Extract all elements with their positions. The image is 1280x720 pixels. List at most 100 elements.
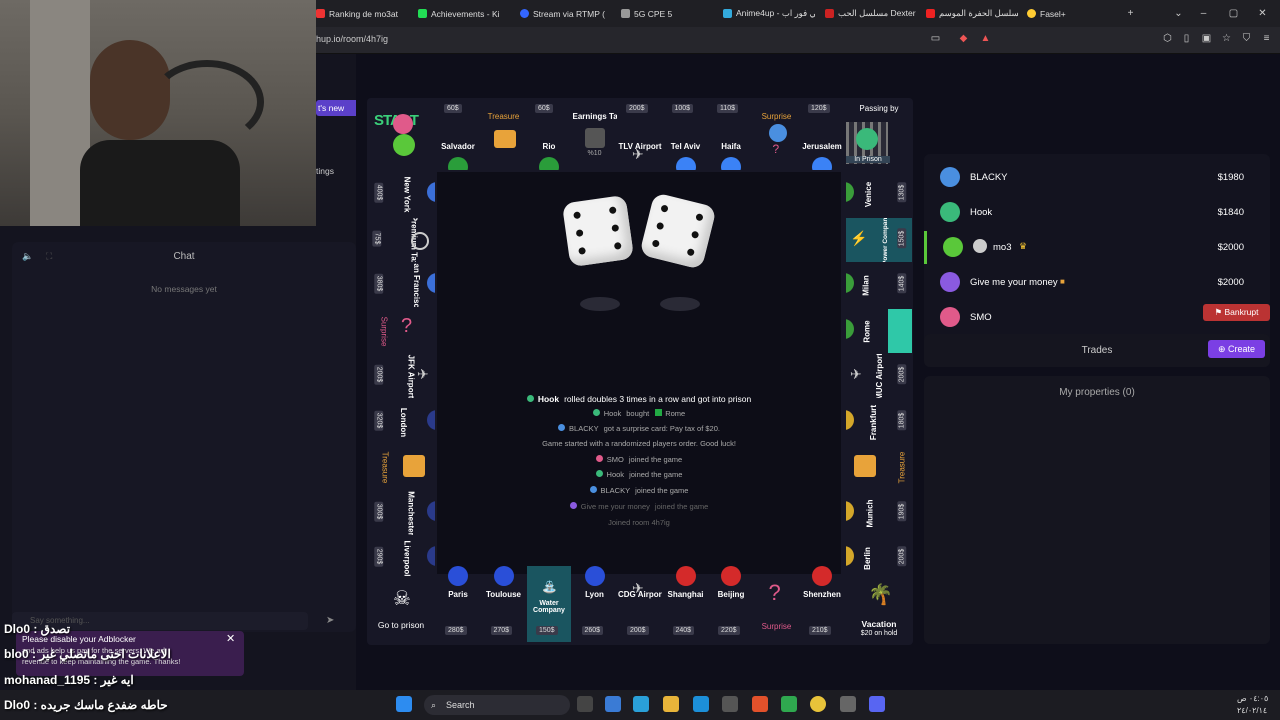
board-cell[interactable]: Beijing 220$ — [709, 566, 753, 642]
cell-name: Surprise — [761, 622, 792, 631]
board-cell[interactable]: 200$ TLV Airport ✈ — [618, 102, 662, 170]
store-icon[interactable] — [722, 696, 738, 712]
shield-icon[interactable]: ◆ — [958, 33, 969, 44]
cell-name: Lyon — [585, 590, 604, 599]
board-cell[interactable]: Treasure — [369, 445, 435, 489]
taskbar-search[interactable]: ⌕ Search — [424, 695, 570, 715]
settings-button[interactable]: tings — [316, 166, 334, 176]
board-cell[interactable]: Milan 140$ — [846, 263, 912, 307]
board-cell[interactable]: Treasure — [846, 445, 912, 489]
browser-tab[interactable]: مسلسل الحب Dexter — [825, 3, 917, 24]
board-cell[interactable]: Rome — [846, 308, 912, 353]
board-cell[interactable]: Liverpool 290$ — [369, 536, 435, 580]
browser-tab[interactable]: Fasel+ — [1027, 3, 1119, 24]
board-cell[interactable]: ⚡ Power Company 150$ — [846, 217, 912, 262]
board-cell[interactable]: Surprise? — [369, 309, 435, 353]
player-row-current[interactable]: mo3 ♛ $2000 — [924, 231, 1270, 264]
menu-icon[interactable]: ≡ — [1261, 33, 1272, 44]
player-row[interactable]: BLACKY $1980 — [924, 161, 1270, 194]
browser-tab[interactable]: Anime4up - أنمي فور اب — [723, 3, 815, 24]
board-cell[interactable]: Manchester 300$ — [369, 491, 435, 535]
close-icon[interactable]: ✕ — [1257, 8, 1268, 19]
chrome-icon[interactable] — [810, 696, 826, 712]
dice-shadow — [580, 297, 620, 311]
whats-new-button[interactable]: t's new — [316, 100, 356, 116]
close-icon[interactable]: ✕ — [226, 632, 235, 645]
player-row[interactable]: Hook $1840 — [924, 196, 1270, 229]
browser-tab[interactable]: Achievements - Ki — [418, 3, 510, 24]
board-cell[interactable]: ⛲ Water Company 150$ — [527, 566, 571, 642]
cell-name: Frankfurt — [869, 404, 879, 440]
board-cell[interactable]: JFK Airport 200$ ✈ — [369, 354, 435, 398]
windows-start-icon[interactable] — [396, 696, 412, 712]
browser-tab[interactable]: 5G CPE 5 — [621, 3, 713, 24]
board-cell[interactable]: ? Surprise — [755, 566, 799, 642]
board-cell[interactable]: Paris 280$ — [436, 566, 480, 642]
cell-price: 150$ — [536, 626, 558, 635]
board-cell[interactable]: London 320$ — [369, 400, 435, 444]
board-cell[interactable]: Surprise? — [755, 102, 799, 170]
create-trade-button[interactable]: ⊕ Create — [1208, 340, 1265, 358]
board-cell[interactable]: Treasure — [482, 102, 526, 170]
board-cell[interactable]: Lyon 260$ — [573, 566, 617, 642]
country-flag-icon — [675, 157, 696, 170]
country-flag-icon — [675, 566, 696, 586]
discord-icon[interactable] — [869, 696, 885, 712]
extensions-icon[interactable]: ⬡ — [1162, 33, 1173, 44]
avatar — [558, 424, 566, 431]
browser-icon[interactable] — [693, 696, 709, 712]
edge-icon[interactable] — [633, 696, 649, 712]
board-cell[interactable]: Frankfurt 180$ — [846, 400, 912, 444]
tab-favicon-icon — [316, 9, 325, 18]
browser-tab[interactable]: Stream via RTMP ( — [520, 3, 612, 24]
board-cell[interactable]: Shanghai 240$ — [664, 566, 708, 642]
board-cell[interactable]: 120$ Jerusalem — [800, 102, 844, 170]
bankrupt-button[interactable]: ⚑ Bankrupt — [1203, 304, 1270, 321]
board-cell[interactable]: ✈ MUC Airport 200$ — [846, 354, 912, 398]
board-cell[interactable]: Toulouse 270$ — [482, 566, 526, 642]
board-cell[interactable]: 110$ Haifa — [709, 102, 753, 170]
task-view-icon[interactable] — [577, 696, 593, 712]
screen-icon[interactable]: ▭ — [930, 33, 941, 44]
country-flag-icon — [493, 566, 514, 586]
my-properties-panel: My properties (0) — [924, 376, 1270, 644]
board-cell[interactable]: 60$ Salvador — [436, 102, 480, 170]
brave-icon[interactable] — [752, 696, 768, 712]
board-cell[interactable]: ✈ CDG Airport 200$ — [618, 566, 662, 642]
board-cell[interactable]: Berlin 200$ — [846, 536, 912, 580]
minimize-icon[interactable]: – — [1198, 8, 1209, 19]
shield-icon[interactable]: ⛉ — [1241, 33, 1252, 44]
player-row[interactable]: Give me your money ■ $2000 — [924, 266, 1270, 299]
board-cell[interactable]: San Francisco 380$ — [369, 263, 435, 307]
board-cell[interactable]: Venice 130$ — [846, 172, 912, 216]
app-icon[interactable] — [840, 696, 856, 712]
board-cell[interactable]: New York 400$ — [369, 172, 435, 216]
triangle-icon[interactable]: ▲ — [980, 33, 991, 44]
browser-tab[interactable]: مسلسل الحفرة الموسم — [926, 3, 1018, 24]
copilot-icon[interactable] — [605, 696, 621, 712]
board-cell[interactable]: 100$ Tel Aviv — [664, 102, 708, 170]
globe-icon — [621, 9, 630, 18]
avatar — [595, 470, 603, 477]
new-tab-icon[interactable]: + — [1125, 8, 1136, 19]
search-icon: ⌕ — [431, 700, 437, 710]
xbox-icon[interactable] — [781, 696, 797, 712]
maximize-icon[interactable]: ▢ — [1228, 8, 1239, 19]
star-icon[interactable]: ☆ — [1221, 33, 1232, 44]
board-cell[interactable]: Premium Tax 75$ — [369, 218, 435, 262]
board-cell[interactable]: Earnings Tax %10 — [573, 102, 617, 170]
board-cell[interactable]: Shenzhen 210$ — [800, 566, 844, 642]
sidebar-icon[interactable]: ▯ — [1181, 33, 1192, 44]
headphones-icon — [150, 60, 264, 144]
browser-tab[interactable]: Ranking de mo3at — [316, 3, 408, 24]
wallet-icon[interactable]: ▣ — [1201, 33, 1212, 44]
send-icon[interactable]: ➤ — [326, 615, 334, 626]
cell-name: Toulouse — [486, 590, 521, 599]
folder-icon[interactable] — [663, 696, 679, 712]
url-field[interactable]: hup.io/room/4h7ig — [316, 34, 388, 44]
avatar — [526, 395, 534, 402]
country-flag-icon — [846, 318, 854, 339]
board-cell[interactable]: Munich 190$ — [846, 491, 912, 535]
board-cell[interactable]: 60$ Rio — [527, 102, 571, 170]
chevron-down-icon[interactable]: ⌄ — [1173, 8, 1184, 19]
